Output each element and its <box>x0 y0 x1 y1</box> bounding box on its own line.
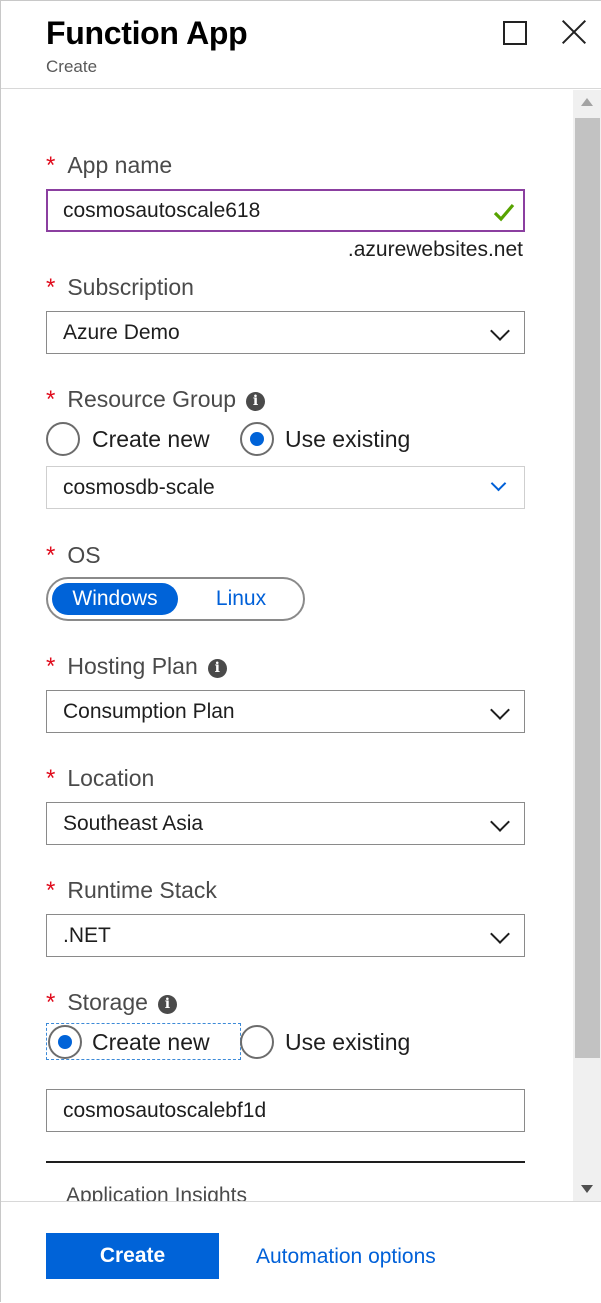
resource-group-create-new-label[interactable]: Create new <box>92 426 210 453</box>
os-option-windows[interactable]: Windows <box>52 583 178 615</box>
chevron-down-icon <box>490 700 510 720</box>
subscription-label: * Subscription <box>46 274 194 301</box>
runtime-stack-value: .NET <box>63 924 111 947</box>
blade-footer: Create Automation options <box>1 1201 601 1303</box>
create-button[interactable]: Create <box>46 1233 219 1279</box>
chevron-down-icon <box>490 321 510 341</box>
runtime-stack-label: * Runtime Stack <box>46 877 217 904</box>
resource-group-value: cosmosdb-scale <box>63 476 215 499</box>
info-icon[interactable]: i <box>157 995 177 1014</box>
runtime-stack-dropdown[interactable]: .NET <box>46 914 525 957</box>
location-label: * Location <box>46 765 155 792</box>
app-name-input[interactable]: cosmosautoscale618 <box>46 189 525 232</box>
storage-name-value: cosmosautoscalebf1d <box>63 1099 267 1122</box>
chevron-down-icon <box>490 475 507 492</box>
app-name-label: * App name <box>46 152 173 179</box>
required-marker: * <box>46 152 56 179</box>
function-app-create-blade: Function App Create * App name cosmosauto… <box>0 0 601 1303</box>
app-name-value: cosmosautoscale618 <box>63 199 261 222</box>
page-subtitle: Create <box>46 57 98 76</box>
domain-suffix: .azurewebsites.net <box>347 238 523 261</box>
hosting-plan-dropdown[interactable]: Consumption Plan <box>46 690 525 733</box>
valid-check-icon <box>493 203 515 222</box>
storage-label: * Storage i <box>46 989 177 1017</box>
page-title: Function App <box>46 15 248 51</box>
resource-group-use-existing-label[interactable]: Use existing <box>285 426 410 453</box>
scroll-up-arrow-icon[interactable] <box>581 98 593 106</box>
scroll-down-arrow-icon[interactable] <box>581 1185 593 1193</box>
subscription-dropdown[interactable]: Azure Demo <box>46 311 525 354</box>
blade-header: Function App Create <box>1 1 601 89</box>
storage-use-existing-label[interactable]: Use existing <box>285 1029 410 1056</box>
application-insights-label[interactable]: Application Insights <box>66 1184 247 1201</box>
resource-group-dropdown[interactable]: cosmosdb-scale <box>46 466 525 509</box>
subscription-value: Azure Demo <box>63 321 180 344</box>
location-dropdown[interactable]: Southeast Asia <box>46 802 525 845</box>
os-toggle[interactable]: Windows Linux <box>46 577 305 621</box>
resource-group-use-existing-radio[interactable] <box>240 422 274 456</box>
resource-group-create-new-radio[interactable] <box>46 422 80 456</box>
resource-group-label: * Resource Group i <box>46 386 266 414</box>
vertical-scrollbar[interactable] <box>573 90 601 1201</box>
clip-area: Application Insights <box>1 1173 573 1201</box>
location-value: Southeast Asia <box>63 812 204 835</box>
storage-name-input[interactable]: cosmosautoscalebf1d <box>46 1089 525 1132</box>
storage-create-new-label[interactable]: Create new <box>92 1029 210 1056</box>
maximize-button[interactable] <box>503 21 527 45</box>
os-label: * OS <box>46 542 101 569</box>
hosting-plan-label: * Hosting Plan i <box>46 653 227 681</box>
scroll-thumb[interactable] <box>575 118 600 1058</box>
storage-use-existing-radio[interactable] <box>240 1025 274 1059</box>
close-button[interactable] <box>559 17 589 47</box>
info-icon[interactable]: i <box>246 392 266 411</box>
automation-options-link[interactable]: Automation options <box>256 1245 436 1269</box>
hosting-plan-value: Consumption Plan <box>63 700 235 723</box>
section-divider <box>46 1161 525 1163</box>
storage-create-new-radio[interactable] <box>48 1025 82 1059</box>
chevron-down-icon <box>490 924 510 944</box>
os-option-linux[interactable]: Linux <box>196 583 286 615</box>
info-icon[interactable]: i <box>207 659 227 678</box>
chevron-down-icon <box>490 812 510 832</box>
